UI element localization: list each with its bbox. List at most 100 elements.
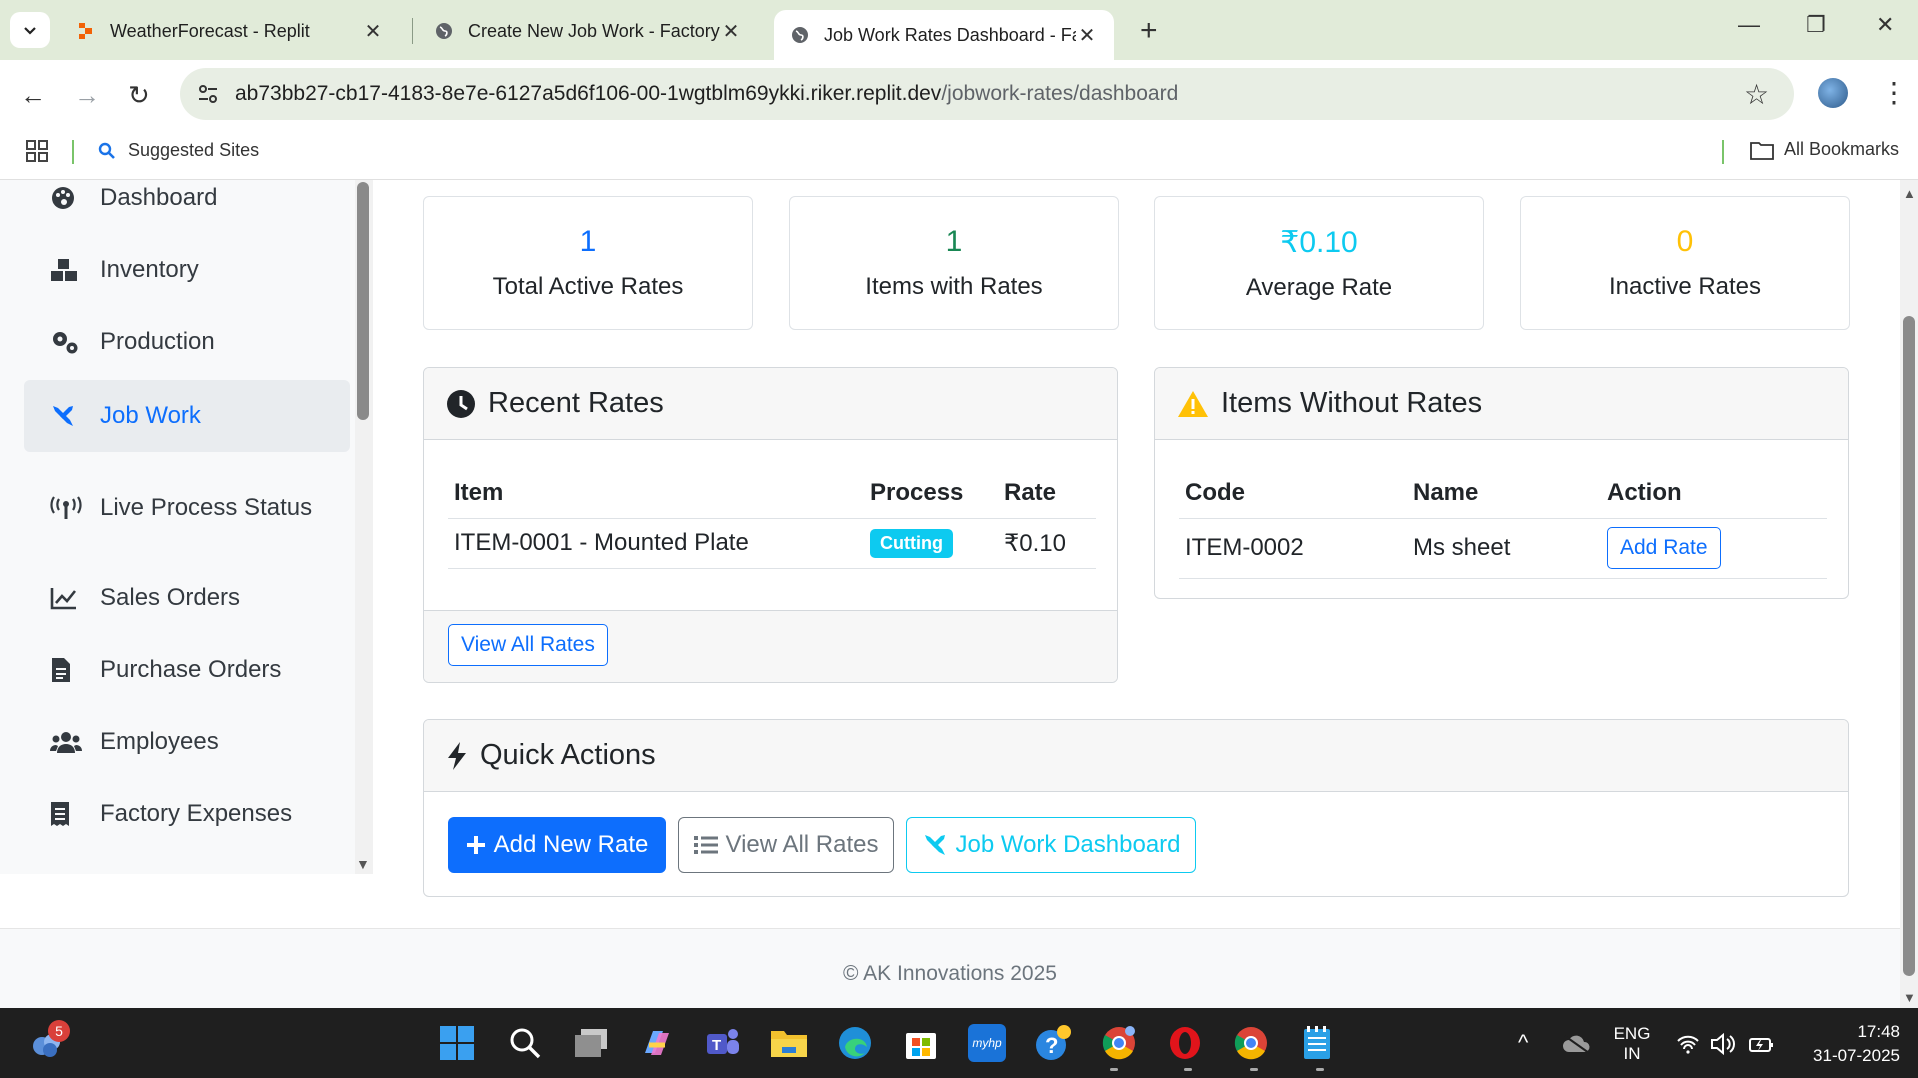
divider (72, 140, 74, 164)
tab-search-button[interactable] (10, 12, 50, 48)
teams-icon[interactable]: T (704, 1024, 742, 1062)
tab-weatherforecast[interactable]: WeatherForecast - Replit ✕ (60, 10, 400, 52)
globe-icon (790, 25, 810, 45)
language-indicator[interactable]: ENG IN (1610, 1024, 1654, 1064)
volume-icon[interactable] (1710, 1032, 1736, 1061)
footer-divider (0, 928, 1900, 929)
add-new-rate-button[interactable]: Add New Rate (448, 817, 666, 873)
item-cell: ITEM-0001 - Mounted Plate (448, 518, 864, 569)
name-cell: Ms sheet (1407, 518, 1601, 579)
button-label: View All Rates (725, 831, 879, 858)
chart-line-icon (24, 586, 100, 610)
tab-create-job-work[interactable]: Create New Job Work - Factory ✕ (418, 10, 758, 52)
clock[interactable]: 17:48 31-07-2025 (1790, 1022, 1900, 1066)
task-view-icon[interactable] (572, 1024, 610, 1062)
sidebar-item-label: Job Work (100, 402, 201, 429)
star-icon[interactable]: ☆ (1744, 78, 1769, 111)
site-info-icon[interactable] (196, 82, 220, 111)
sidebar: Dashboard Inventory Production Job Work … (0, 180, 372, 874)
code-cell: ITEM-0002 (1179, 518, 1407, 579)
sidebar-item-dashboard[interactable]: Dashboard (24, 180, 350, 234)
myhp-icon[interactable]: myhp (968, 1024, 1006, 1062)
sidebar-item-employees[interactable]: Employees (24, 706, 350, 778)
minimize-icon[interactable]: — (1738, 12, 1760, 38)
sidebar-item-label: Employees (100, 728, 219, 755)
close-icon[interactable]: ✕ (720, 19, 742, 44)
all-bookmarks[interactable]: All Bookmarks (1750, 139, 1899, 160)
column-header: Name (1407, 468, 1601, 519)
kebab-menu-icon[interactable]: ⋮ (1880, 76, 1908, 109)
svg-text:?: ? (1045, 1033, 1058, 1058)
sidebar-item-job-work[interactable]: Job Work (24, 380, 350, 452)
stat-inactive-rates: 0 Inactive Rates (1520, 196, 1850, 330)
sidebar-item-inventory[interactable]: Inventory (24, 234, 350, 306)
sidebar-item-production[interactable]: Production (24, 306, 350, 378)
taskbar-search-icon[interactable] (506, 1024, 544, 1062)
scroll-down-arrow-icon[interactable]: ▼ (356, 856, 370, 872)
job-work-dashboard-button[interactable]: Job Work Dashboard (906, 817, 1196, 873)
file-invoice-icon (24, 657, 100, 683)
stat-total-active-rates: 1 Total Active Rates (423, 196, 753, 330)
new-tab-icon[interactable]: + (1140, 14, 1158, 48)
warning-icon (1177, 390, 1209, 418)
recent-rates-card: Recent Rates Item Process Rate ITEM-0001… (423, 367, 1118, 683)
url-text[interactable]: ab73bb27-cb17-4183-8e7e-6127a5d6f106-00-… (235, 82, 1178, 106)
stat-items-with-rates: 1 Items with Rates (789, 196, 1119, 330)
apps-grid-icon[interactable] (26, 140, 48, 167)
sidebar-item-label: Inventory (100, 256, 199, 283)
tab-job-work-rates[interactable]: Job Work Rates Dashboard - Fa ✕ (774, 10, 1114, 60)
back-icon[interactable]: ← (20, 80, 46, 111)
forward-icon[interactable]: → (74, 80, 100, 111)
sidebar-item-sales-orders[interactable]: Sales Orders (24, 562, 350, 634)
stat-label: Average Rate (1245, 274, 1393, 301)
sidebar-item-factory-expenses[interactable]: Factory Expenses (24, 778, 350, 850)
chrome-profile-icon[interactable] (1100, 1024, 1138, 1062)
battery-icon[interactable] (1748, 1034, 1774, 1059)
url-path: /jobwork-rates/dashboard (941, 82, 1179, 105)
table-row: ITEM-0002 Ms sheet Add Rate (1179, 518, 1827, 579)
rate-cell: ₹0.10 (998, 518, 1096, 569)
reload-icon[interactable]: ↻ (128, 80, 150, 111)
edge-icon[interactable] (836, 1024, 874, 1062)
stat-value: 1 (945, 225, 963, 258)
card-title: Recent Rates (488, 387, 664, 419)
view-all-rates-quick-button[interactable]: View All Rates (678, 817, 894, 873)
footer-text: © AK Innovations 2025 (843, 962, 1057, 985)
restore-icon[interactable]: ❐ (1806, 12, 1826, 38)
notepad-icon[interactable] (1298, 1024, 1336, 1062)
window-close-icon[interactable]: ✕ (1876, 12, 1894, 38)
file-explorer-icon[interactable] (770, 1024, 808, 1062)
windows-start-icon[interactable] (438, 1024, 476, 1062)
avatar[interactable] (1818, 78, 1848, 108)
page-scrollbar-thumb[interactable] (1903, 316, 1915, 976)
sidebar-item-live-process-status[interactable]: Live Process Status (24, 472, 350, 544)
close-icon[interactable]: ✕ (362, 19, 384, 44)
stat-average-rate: ₹0.10 Average Rate (1154, 196, 1484, 330)
scroll-up-arrow-icon[interactable]: ▲ (1903, 186, 1916, 201)
opera-icon[interactable] (1166, 1024, 1204, 1062)
cogs-icon (24, 329, 100, 355)
view-all-rates-button[interactable]: View All Rates (448, 624, 608, 666)
stat-label: Inactive Rates (1608, 273, 1762, 300)
sidebar-item-purchase-orders[interactable]: Purchase Orders (24, 634, 350, 706)
scroll-down-arrow-icon[interactable]: ▼ (1903, 990, 1916, 1005)
bookmark-suggested-sites[interactable]: Suggested Sites (98, 140, 259, 161)
wifi-icon[interactable] (1676, 1034, 1700, 1059)
bookmarks-bar (0, 128, 1918, 180)
card-header: Items Without Rates (1155, 368, 1848, 440)
add-rate-button[interactable]: Add Rate (1607, 527, 1721, 569)
tab-title: Job Work Rates Dashboard - Fa (824, 24, 1076, 45)
chrome-icon[interactable] (1232, 1024, 1270, 1062)
close-icon[interactable]: ✕ (1076, 23, 1098, 48)
running-indicator (1110, 1068, 1118, 1071)
copilot-icon[interactable] (638, 1024, 676, 1062)
onedrive-icon[interactable] (1562, 1034, 1592, 1059)
column-header: Item (448, 468, 864, 519)
broadcast-icon (24, 496, 100, 520)
ms-store-icon[interactable] (902, 1024, 940, 1062)
sidebar-scrollbar-thumb[interactable] (357, 182, 369, 420)
bolt-icon (446, 741, 468, 771)
all-bookmarks-label: All Bookmarks (1784, 139, 1900, 159)
get-help-icon[interactable]: ? (1034, 1024, 1072, 1062)
chevron-up-icon[interactable]: ^ (1518, 1030, 1528, 1056)
